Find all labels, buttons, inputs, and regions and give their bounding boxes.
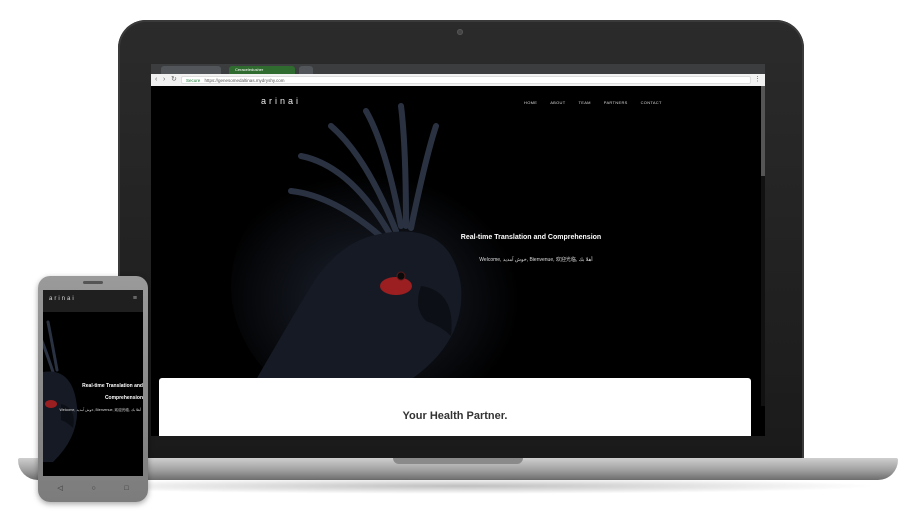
reload-icon[interactable]: ↻ xyxy=(171,75,177,85)
url-input[interactable]: Secure https://genesomedaltinas.mydryshy… xyxy=(181,76,751,84)
camera-icon xyxy=(457,29,463,35)
home-circle-icon[interactable]: ○ xyxy=(91,485,95,492)
back-icon[interactable]: ‹ xyxy=(155,75,157,85)
forward-icon[interactable]: › xyxy=(163,75,165,85)
scrollbar[interactable] xyxy=(761,86,765,406)
hero-subtitle: Welcome, خوش آمدید, Bienvenue, 欢迎光临, أهل… xyxy=(479,257,593,263)
new-tab-button[interactable] xyxy=(299,66,313,74)
web-page: arinai HOME ABOUT TEAM PARTNERS CONTACT … xyxy=(151,86,765,436)
phone-title-line2: Comprehension xyxy=(104,395,143,401)
browser-tabbar: Ceraceledusher xyxy=(151,64,765,74)
nav-contact[interactable]: CONTACT xyxy=(641,100,662,105)
nav-home[interactable]: HOME xyxy=(524,100,537,105)
nav-team[interactable]: TEAM xyxy=(578,100,590,105)
phone-title-line1: Real-time Translation and xyxy=(82,383,143,389)
laptop-screen: Ceraceledusher ‹ › ↻ Secure https://gene… xyxy=(151,64,765,436)
laptop-lid: Ceraceledusher ‹ › ↻ Secure https://gene… xyxy=(118,20,804,463)
phone-logo[interactable]: arinai xyxy=(49,296,76,302)
phone-screen: arinai ≡ Real-time Translation and Compr… xyxy=(43,290,143,476)
laptop-shadow xyxy=(40,478,880,494)
phone-hero-subtitle: Welcome, خوش آمدید, Bienvenue, 欢迎光临, أهل… xyxy=(59,408,141,412)
phone-navbar: ◁ ○ □ xyxy=(43,480,143,496)
phone-header: arinai ≡ xyxy=(43,290,143,312)
secure-label: Secure xyxy=(186,78,201,83)
phone-speaker xyxy=(83,281,103,284)
logo-text: arinai xyxy=(261,96,302,106)
browser-tab-1[interactable] xyxy=(161,66,221,74)
content-card: Your Health Partner. xyxy=(159,378,751,436)
cockatoo-hero-image xyxy=(151,86,765,406)
phone-hero-title: Real-time Translation and Comprehension xyxy=(65,380,143,404)
card-title: Your Health Partner. xyxy=(402,410,508,422)
back-triangle-icon[interactable]: ◁ xyxy=(57,484,62,492)
nav-partners[interactable]: PARTNERS xyxy=(604,100,628,105)
recents-square-icon[interactable]: □ xyxy=(124,485,128,492)
base-notch xyxy=(393,458,523,464)
hero-title: Real-time Translation and Comprehension xyxy=(460,234,602,241)
laptop-base xyxy=(18,458,898,480)
top-nav: HOME ABOUT TEAM PARTNERS CONTACT xyxy=(524,100,662,105)
browser-tab-active[interactable]: Ceraceledusher xyxy=(229,66,295,74)
scrollbar-thumb[interactable] xyxy=(761,86,765,176)
nav-about[interactable]: ABOUT xyxy=(550,100,565,105)
phone-device: arinai ≡ Real-time Translation and Compr… xyxy=(38,276,148,502)
site-logo[interactable]: arinai xyxy=(261,96,301,106)
url-text: https://genesomedaltinas.mydryshy.com xyxy=(204,78,285,83)
hamburger-menu-icon[interactable]: ≡ xyxy=(133,295,137,302)
browser-menu-icon[interactable]: ⋮ xyxy=(754,75,761,85)
